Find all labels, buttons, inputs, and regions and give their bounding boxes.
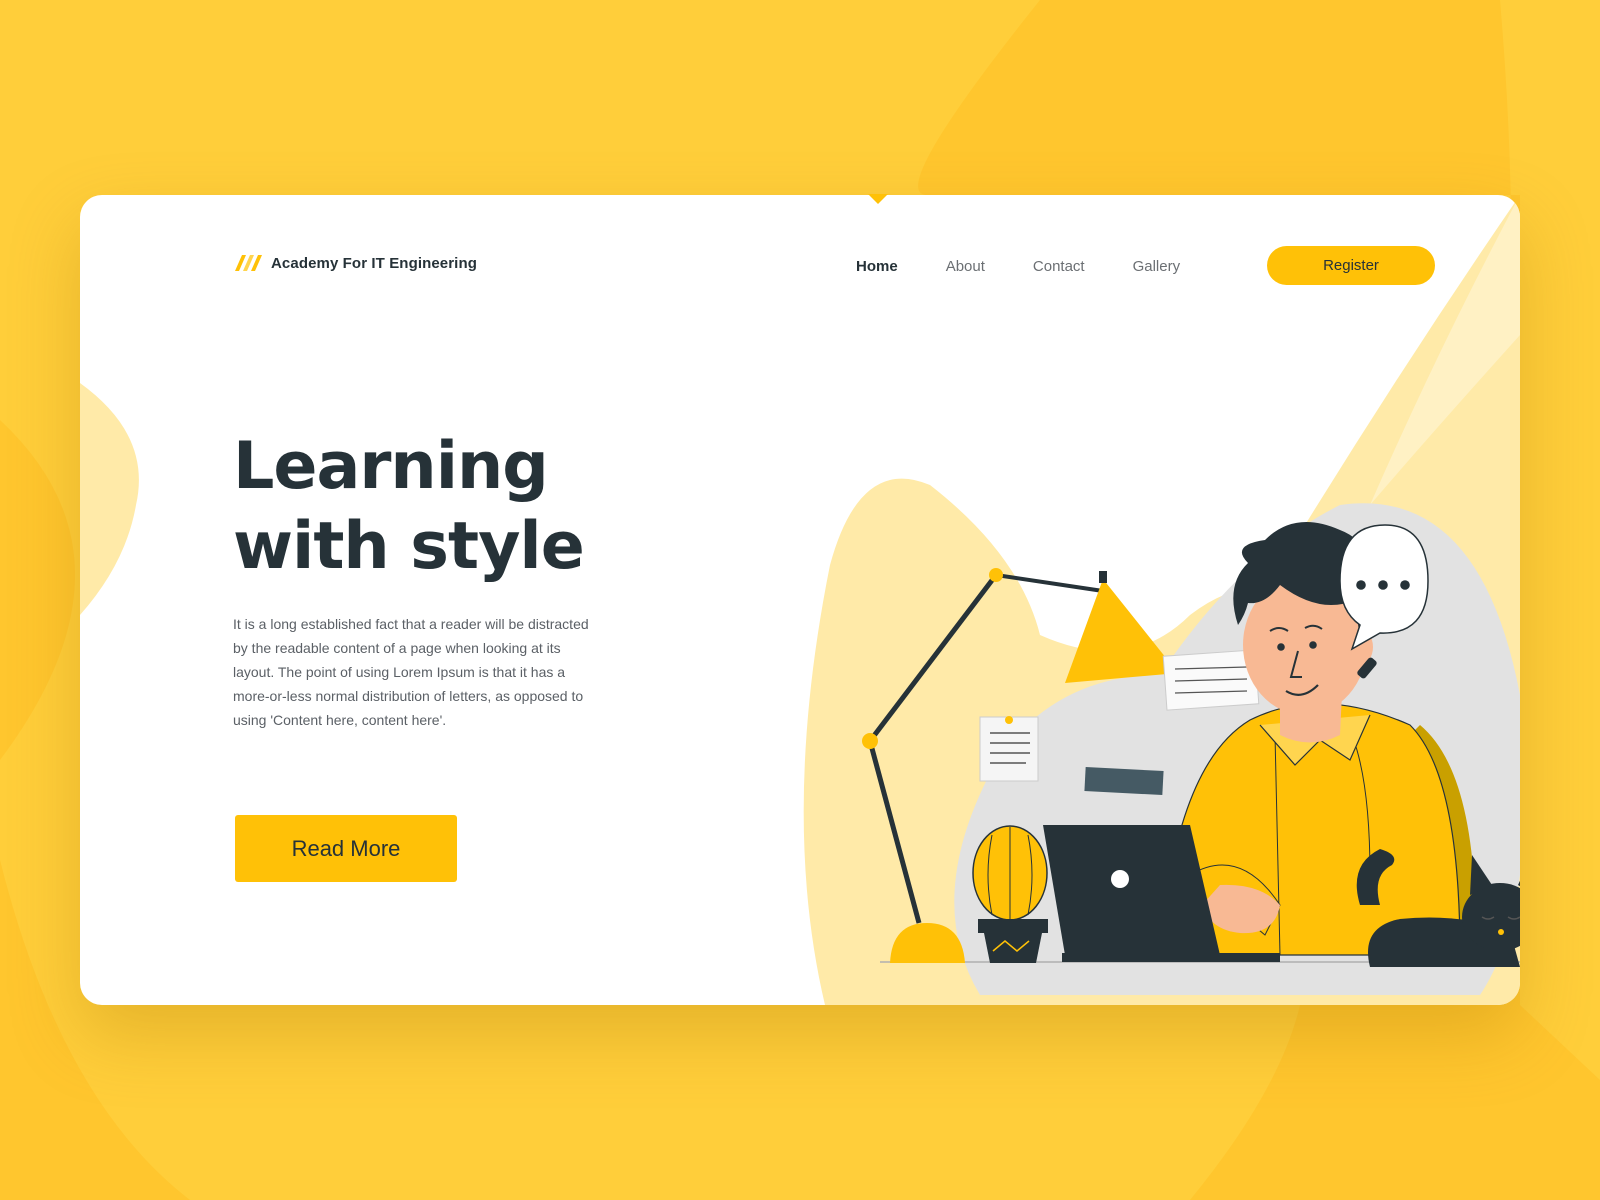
nav-active-indicator — [868, 194, 888, 204]
register-button[interactable]: Register — [1267, 246, 1435, 285]
landing-card: Academy For IT Engineering Home About Co… — [80, 195, 1520, 1005]
nav-about[interactable]: About — [946, 258, 985, 275]
read-more-button[interactable]: Read More — [235, 815, 457, 882]
hero-title-line-1: Learning — [233, 429, 549, 504]
hero-title: Learning with style — [233, 427, 585, 587]
nav-home[interactable]: Home — [856, 258, 898, 275]
brand-name: Academy For IT Engineering — [271, 254, 477, 272]
main-nav: Home About Contact Gallery — [856, 258, 1228, 275]
nav-contact[interactable]: Contact — [1033, 258, 1085, 275]
nav-gallery[interactable]: Gallery — [1133, 258, 1181, 275]
hero-description: It is a long established fact that a rea… — [233, 616, 589, 728]
brand-logo[interactable]: Academy For IT Engineering — [233, 253, 477, 273]
hero-title-line-2: with style — [233, 509, 585, 584]
logo-slashes-icon — [235, 255, 262, 271]
hero-illustration — [803, 478, 1520, 1005]
